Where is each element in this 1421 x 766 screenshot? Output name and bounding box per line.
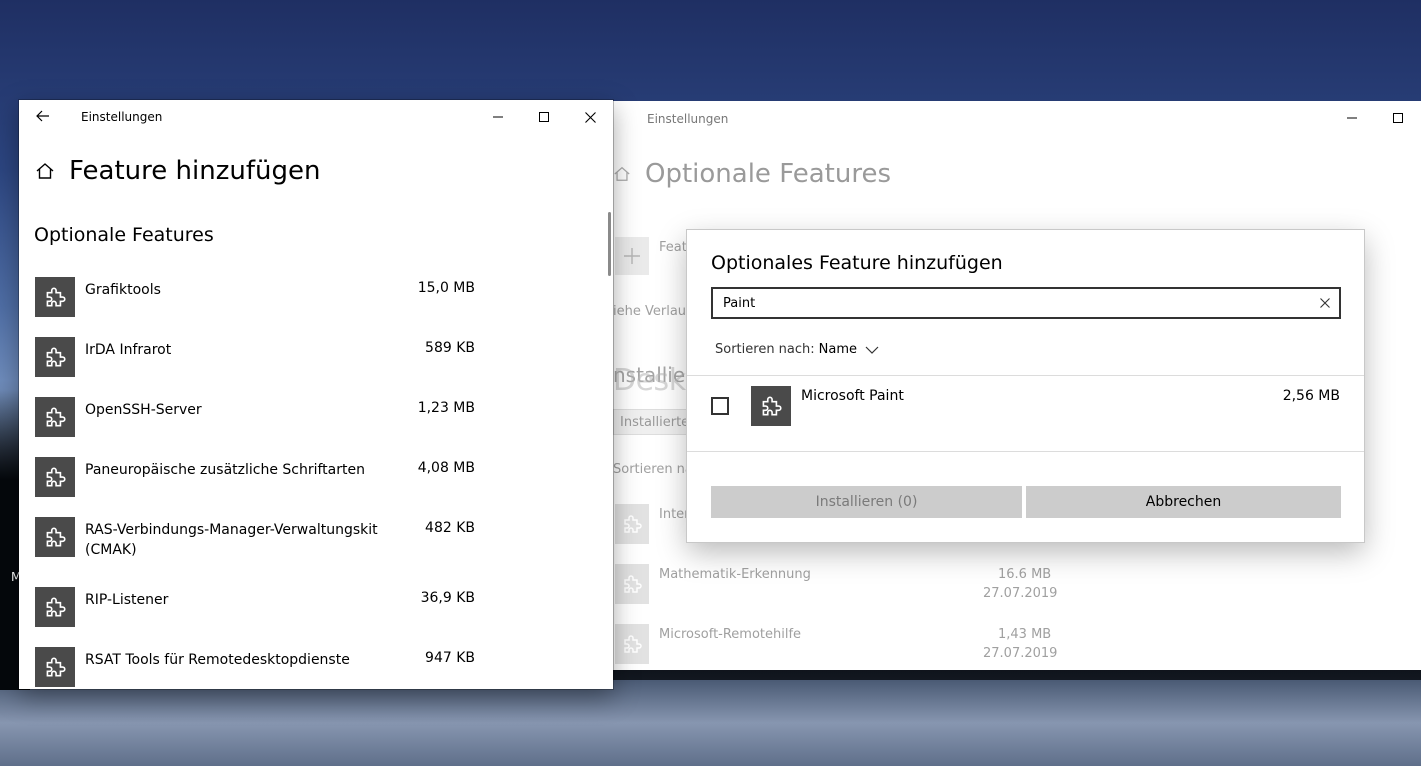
scrollbar-thumb[interactable]	[608, 212, 611, 276]
result-size: 2,56 MB	[1282, 388, 1340, 404]
installed-item-date: 27.07.2019	[983, 646, 1058, 661]
clear-search-button[interactable]	[1317, 295, 1333, 311]
feature-size: 15,0 MB	[417, 280, 475, 296]
window-title: Einstellungen	[647, 112, 729, 126]
maximize-icon	[1393, 113, 1403, 123]
maximize-icon	[539, 112, 549, 122]
search-input[interactable]	[723, 294, 1303, 312]
puzzle-icon	[46, 657, 66, 677]
dialog-title: Optionales Feature hinzufügen	[711, 252, 1003, 274]
list-item[interactable]: Grafiktools 15,0 MB	[35, 277, 475, 337]
window-title: Einstellungen	[81, 110, 163, 124]
page-title: Feature hinzufügen	[69, 156, 321, 186]
feature-size: 482 KB	[425, 520, 475, 536]
feature-size: 589 KB	[425, 340, 475, 356]
puzzle-icon	[624, 515, 642, 533]
minimize-icon	[1347, 117, 1357, 119]
puzzle-icon	[46, 527, 66, 547]
chevron-down-icon	[865, 346, 879, 354]
installed-item-name[interactable]: Mathematik-Erkennung	[659, 567, 811, 582]
list-item[interactable]: RSAT Tools für Remotedesktopdienste 947 …	[35, 647, 475, 707]
minimize-button[interactable]	[475, 100, 521, 134]
installed-item-size: 1,43 MB	[998, 627, 1052, 642]
divider	[687, 451, 1364, 452]
list-item[interactable]: OpenSSH-Server 1,23 MB	[35, 397, 475, 457]
install-button[interactable]: Installieren (0)	[711, 486, 1022, 518]
installed-item-name[interactable]: Inter	[659, 507, 690, 522]
feature-list: Grafiktools 15,0 MB IrDA Infrarot 589 KB…	[35, 277, 475, 707]
list-item[interactable]: RAS-Verbindungs-Manager-Verwaltungskit (…	[35, 517, 475, 587]
feature-size: 4,08 MB	[417, 460, 475, 476]
page-title: Optionale Features	[645, 159, 891, 189]
feature-size: 947 KB	[425, 650, 475, 666]
close-icon	[1320, 298, 1330, 308]
minimize-icon	[493, 116, 503, 118]
home-icon	[36, 163, 54, 179]
page-header: Optionale Features	[613, 159, 891, 189]
settings-window-front[interactable]: Einstellungen Feature hinzufügen Optiona…	[19, 100, 613, 689]
close-icon	[584, 111, 596, 123]
list-item[interactable]: RIP-Listener 36,9 KB	[35, 587, 475, 647]
feature-name: RAS-Verbindungs-Manager-Verwaltungskit (…	[85, 522, 378, 558]
puzzle-icon	[46, 467, 66, 487]
feature-icon	[35, 277, 75, 317]
list-item[interactable]: Paneuropäische zusätzliche Schriftarten …	[35, 457, 475, 517]
feature-icon	[615, 564, 649, 604]
puzzle-icon	[624, 635, 642, 653]
titlebar: Einstellungen	[19, 100, 613, 134]
installed-search-field[interactable]: Installierte	[613, 409, 693, 435]
installed-item-size: 16.6 MB	[998, 567, 1052, 582]
puzzle-icon	[46, 407, 66, 427]
puzzle-icon	[46, 597, 66, 617]
feature-name: Paneuropäische zusätzliche Schriftarten	[85, 462, 365, 478]
add-feature-button[interactable]	[615, 237, 649, 275]
feature-name: RIP-Listener	[85, 592, 169, 608]
feature-name: IrDA Infrarot	[85, 342, 172, 358]
result-checkbox[interactable]	[711, 397, 729, 415]
section-title: Optionale Features	[34, 224, 214, 246]
puzzle-icon	[46, 347, 66, 367]
installed-item-date: 27.07.2019	[983, 586, 1058, 601]
feature-icon	[751, 386, 791, 426]
maximize-button[interactable]	[521, 100, 567, 134]
sort-dropdown[interactable]: Sortieren nach: Name	[715, 342, 879, 357]
feature-icon	[35, 587, 75, 627]
minimize-button[interactable]	[1329, 101, 1375, 135]
feature-icon	[615, 624, 649, 664]
cancel-button[interactable]: Abbrechen	[1026, 486, 1341, 518]
feature-icon	[35, 457, 75, 497]
puzzle-icon	[762, 396, 782, 416]
feature-icon	[35, 397, 75, 437]
maximize-button[interactable]	[1375, 101, 1421, 135]
installed-item-name[interactable]: Microsoft-Remotehilfe	[659, 627, 801, 642]
puzzle-icon	[46, 287, 66, 307]
divider	[687, 375, 1364, 376]
titlebar: Einstellungen	[613, 101, 1421, 135]
result-name[interactable]: Microsoft Paint	[801, 388, 904, 404]
history-link[interactable]: iehe Verlauf	[613, 304, 691, 319]
search-box[interactable]	[711, 287, 1341, 319]
feature-icon	[35, 337, 75, 377]
close-button[interactable]	[567, 100, 613, 134]
plus-icon	[624, 248, 640, 264]
page-header: Feature hinzufügen	[35, 156, 320, 186]
back-arrow-icon	[36, 110, 49, 122]
feature-name: Grafiktools	[85, 282, 161, 298]
sort-value: Name	[818, 342, 858, 357]
sort-label: Sortieren nach:	[715, 342, 815, 357]
back-button[interactable]	[33, 106, 53, 126]
feature-name: OpenSSH-Server	[85, 402, 202, 418]
add-optional-feature-dialog: Optionales Feature hinzufügen Sortieren …	[687, 230, 1364, 542]
feature-size: 1,23 MB	[417, 400, 475, 416]
puzzle-icon	[624, 575, 642, 593]
feature-size: 36,9 KB	[420, 590, 475, 606]
feature-icon	[35, 647, 75, 687]
feature-icon	[615, 504, 649, 544]
list-item[interactable]: IrDA Infrarot 589 KB	[35, 337, 475, 397]
sort-label: Sortieren na	[613, 462, 693, 477]
feature-name: RSAT Tools für Remotedesktopdienste	[85, 652, 350, 668]
feature-icon	[35, 517, 75, 557]
home-icon	[614, 166, 630, 181]
